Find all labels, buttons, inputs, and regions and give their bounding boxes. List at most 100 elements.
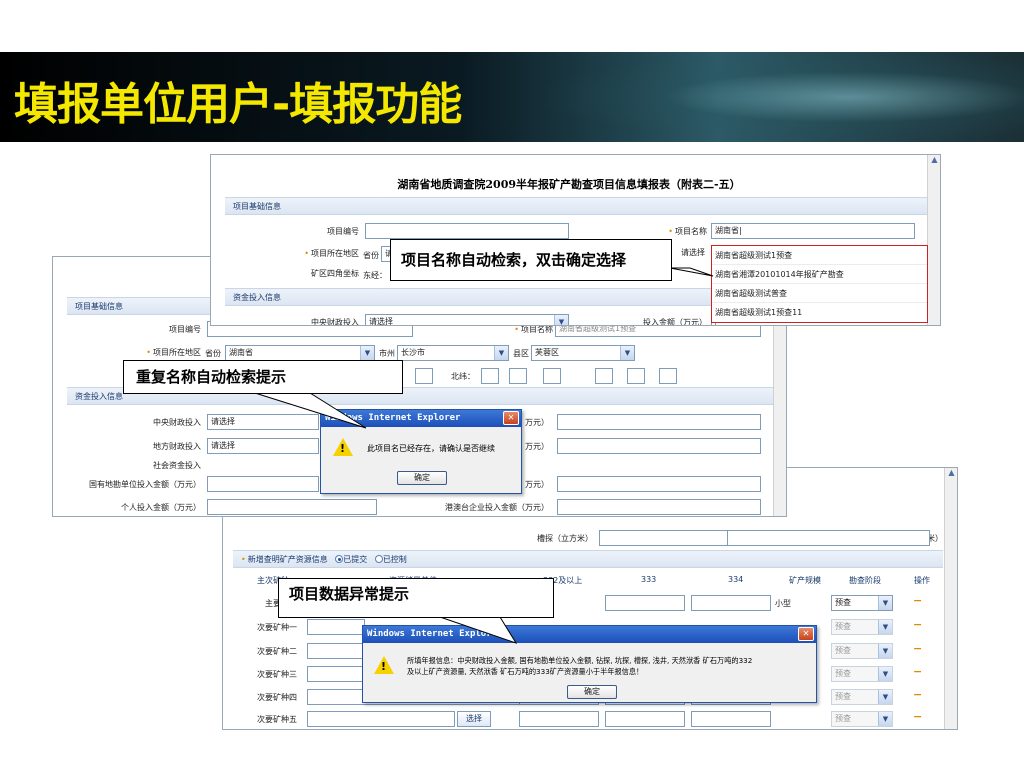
project-no-input[interactable] xyxy=(365,223,569,239)
form-heading: 湖南省地质调查院2009半年报矿产勘查项目信息填报表（附表二-五） xyxy=(397,178,741,191)
section-basic: 项目基础信息 xyxy=(225,197,927,215)
coord-north2-min[interactable] xyxy=(627,368,645,384)
chevron-down-icon: ▼ xyxy=(620,346,634,360)
personal-label: 个人投入金额（万元） xyxy=(121,503,201,512)
central-unit-label: 万元） xyxy=(525,418,549,427)
scrollbar[interactable]: ▲ xyxy=(927,155,940,325)
stage-select-1[interactable]: 预查 ▼ xyxy=(831,619,893,635)
callout-auto-search: 项目名称自动检索，双击确定选择 xyxy=(390,239,672,281)
stage-select-2[interactable]: 预查 ▼ xyxy=(831,643,893,659)
main-334-input[interactable] xyxy=(691,595,771,611)
scroll-up-icon[interactable]: ▲ xyxy=(945,468,957,482)
location-label: • 项目所在地区 xyxy=(146,348,201,357)
remove-row-icon[interactable]: − xyxy=(913,688,922,701)
required-icon: • xyxy=(146,348,151,357)
row-3-input[interactable] xyxy=(307,666,365,682)
dialog-message: 此项目名已经存在，请确认是否继续 xyxy=(367,444,495,453)
close-icon[interactable]: ✕ xyxy=(503,411,519,425)
abnormal-data-dialog: Windows Internet Explorer ✕ ! 所填年报信息：中央财… xyxy=(362,625,817,703)
col-stage: 勘查阶段 xyxy=(849,576,881,585)
location-label: • 项目所在地区 xyxy=(304,249,359,258)
dialog-title: Windows Internet Explorer xyxy=(325,413,461,423)
city-select[interactable]: 长沙市 ▼ xyxy=(397,345,509,361)
local-amount-input[interactable] xyxy=(557,438,761,454)
dropdown-option[interactable]: 湖南省超级测试1预查 xyxy=(712,246,927,265)
county-select[interactable]: 芙蓉区 ▼ xyxy=(531,345,635,361)
row-5-334-input[interactable] xyxy=(691,711,771,727)
remove-row-icon[interactable]: − xyxy=(913,642,922,655)
new-mineral-link[interactable]: 新增查明矿产资源信息 xyxy=(248,555,328,564)
close-icon[interactable]: ✕ xyxy=(798,627,814,641)
project-no-label: 项目编号 xyxy=(327,227,359,236)
project-name-input[interactable]: 湖南省| xyxy=(711,223,915,239)
required-icon: • xyxy=(668,227,673,236)
stage-select-3[interactable]: 预查 ▼ xyxy=(831,666,893,682)
row-2-label: 次要矿种二 xyxy=(257,647,297,656)
main-333-input[interactable] xyxy=(605,595,685,611)
ok-button[interactable]: 确定 xyxy=(567,685,617,699)
central-fund-label: 中央财政投入 xyxy=(153,418,201,427)
project-name-dropdown: 湖南省超级测试1预查 湖南省湘潭20101014年报矿产勘查 湖南省超级测试普查… xyxy=(711,245,928,323)
local-fund-label: 地方财政投入 xyxy=(153,442,201,451)
remove-row-icon[interactable]: − xyxy=(913,618,922,631)
central-amount-input[interactable] xyxy=(557,414,761,430)
city-select-text: 请选择 xyxy=(681,248,705,257)
personal-input[interactable] xyxy=(207,499,377,515)
scroll-up-icon[interactable]: ▲ xyxy=(928,155,940,169)
row-1-input[interactable] xyxy=(307,619,365,635)
county-prefix: 县区 xyxy=(513,349,529,358)
chevron-down-icon: ▼ xyxy=(878,712,892,726)
scale-value: 小型 xyxy=(775,599,791,608)
project-name-label: • 项目名称 xyxy=(668,227,707,236)
dropdown-option[interactable]: 湖南省湘潭20101014年报矿产勘查 xyxy=(712,265,927,284)
local-fund-select[interactable]: 请选择 xyxy=(207,438,319,454)
social-fund-label: 社会资金投入 xyxy=(153,461,201,470)
stage-select-main[interactable]: 预查 ▼ xyxy=(831,595,893,611)
col-scale: 矿产规模 xyxy=(789,576,821,585)
stage-select-5[interactable]: 预查 ▼ xyxy=(831,711,893,727)
dropdown-option[interactable]: 湖南省超级测试普查 xyxy=(712,284,927,303)
coord-north2-deg[interactable] xyxy=(595,368,613,384)
header-decoration xyxy=(524,52,1024,142)
shallow-well-input[interactable] xyxy=(727,530,930,546)
row-5-332-input[interactable] xyxy=(519,711,599,727)
bullet-icon: • xyxy=(241,555,246,564)
warning-icon: ! xyxy=(374,656,394,674)
select-button[interactable]: 选择 xyxy=(457,711,491,727)
hk-macao-input[interactable] xyxy=(557,499,761,515)
scrollbar[interactable]: ▲ xyxy=(944,468,957,729)
north-prefix: 北纬： xyxy=(451,372,475,381)
row-2-input[interactable] xyxy=(307,643,365,659)
trench-label: 槽探（立方米） xyxy=(537,534,593,543)
coord-north2-sec[interactable] xyxy=(659,368,677,384)
chevron-down-icon: ▼ xyxy=(878,596,892,610)
state-owned-input[interactable] xyxy=(207,476,319,492)
row-5-333-input[interactable] xyxy=(605,711,685,727)
slide-header: 填报单位用户-填报功能 xyxy=(0,52,1024,142)
coord-north-deg[interactable] xyxy=(481,368,499,384)
central-fund-select[interactable]: 请选择 ▼ xyxy=(365,314,569,325)
radio-controlled[interactable] xyxy=(374,555,383,563)
remove-row-icon[interactable]: − xyxy=(913,665,922,678)
coord-east-deg[interactable] xyxy=(415,368,433,384)
row-5-input[interactable] xyxy=(307,711,455,727)
dropdown-option[interactable]: 湖南省超级测试1预查11 xyxy=(712,303,927,322)
province-prefix: 省份 xyxy=(363,251,379,260)
remove-row-icon[interactable]: − xyxy=(913,710,922,723)
coord-north-min[interactable] xyxy=(509,368,527,384)
required-icon: • xyxy=(304,249,309,258)
project-no-label: 项目编号 xyxy=(169,325,201,334)
coord-north-sec[interactable] xyxy=(543,368,561,384)
col-334: 334 xyxy=(728,575,744,584)
coords-label: 矿区四角坐标 xyxy=(311,269,359,278)
central-fund-select[interactable]: 请选择 xyxy=(207,414,319,430)
ok-button[interactable]: 确定 xyxy=(397,471,447,485)
callout-duplicate: 重复名称自动检索提示 xyxy=(123,360,403,394)
remove-row-icon[interactable]: − xyxy=(913,594,922,607)
chevron-down-icon: ▼ xyxy=(360,346,374,360)
dialog-message-line1: 所填年报信息：中央财政投入金额, 国有地勘单位投入金额, 钻探, 坑探, 槽探,… xyxy=(407,656,753,665)
stage-select-4[interactable]: 预查 ▼ xyxy=(831,689,893,705)
province-select[interactable]: 湖南省 ▼ xyxy=(225,345,375,361)
chevron-down-icon: ▼ xyxy=(878,690,892,704)
state-amount-input[interactable] xyxy=(557,476,761,492)
